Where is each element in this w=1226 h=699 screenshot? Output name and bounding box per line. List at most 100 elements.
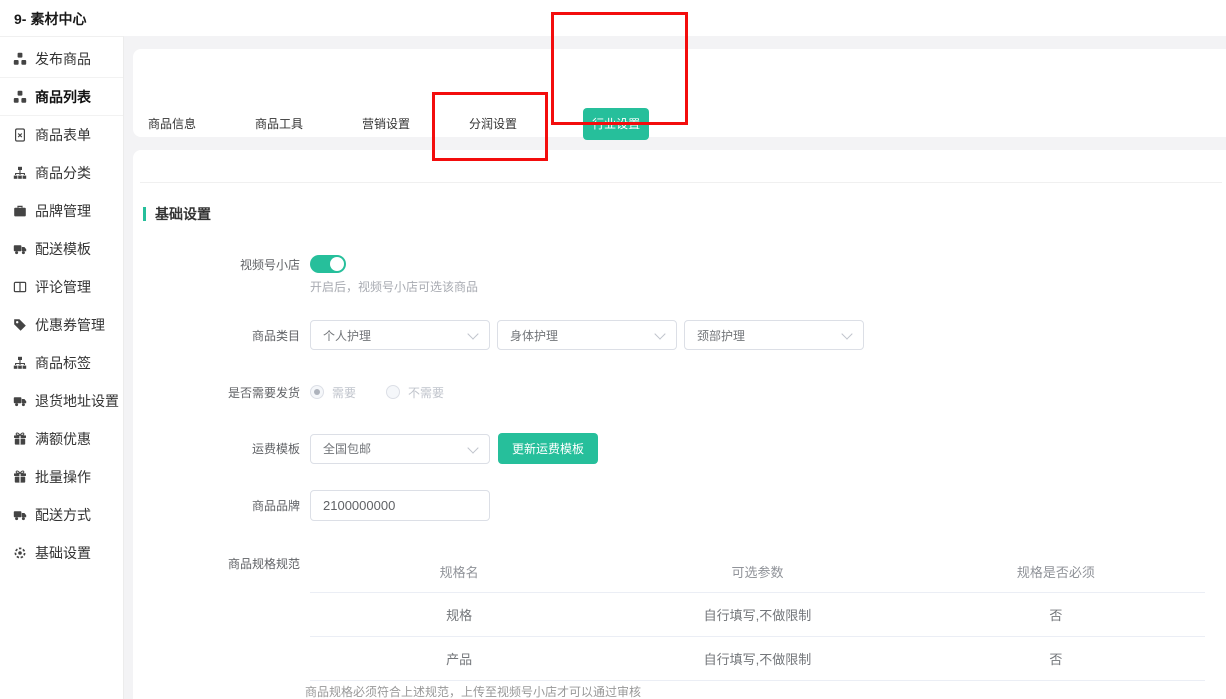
radio-label: 不需要 [408, 384, 444, 401]
spec-cell-params: 自行填写,不做限制 [608, 592, 906, 636]
tab-marketing-settings[interactable]: 营销设置 [362, 115, 410, 132]
sidebar: 发布商品 商品列表 商品表单 商品分类 品牌管理 配送模板 评论管理 优惠券管 [0, 36, 124, 699]
sidebar-item-product-form[interactable]: 商品表单 [0, 116, 123, 154]
sidebar-item-delivery-template[interactable]: 配送模板 [0, 230, 123, 268]
video-shop-hint: 开启后，视频号小店可选该商品 [310, 278, 478, 295]
truck-icon [13, 394, 27, 408]
radio-icon [386, 385, 400, 399]
shipping-required-row: 是否需要发货 需要 不需要 [133, 378, 1193, 406]
sidebar-item-product-tags[interactable]: 商品标签 [0, 344, 123, 382]
sidebar-item-label: 满额优惠 [35, 429, 91, 449]
freight-template-value: 全国包邮 [323, 440, 371, 457]
category-select-value: 个人护理 [323, 327, 371, 344]
category-select-level2[interactable]: 身体护理 [497, 320, 677, 350]
category-select-value: 身体护理 [510, 327, 558, 344]
spec-header-params: 可选参数 [608, 552, 906, 592]
sidebar-item-review-management[interactable]: 评论管理 [0, 268, 123, 306]
gift-icon [13, 432, 27, 446]
sidebar-item-label: 配送模板 [35, 239, 91, 259]
sidebar-item-product-list[interactable]: 商品列表 [0, 78, 123, 116]
file-icon [13, 128, 27, 142]
freight-template-label: 运费模板 [133, 440, 300, 457]
spec-cell-required: 否 [907, 592, 1205, 636]
tag-icon [13, 318, 27, 332]
brand-input[interactable] [310, 490, 490, 521]
sidebar-item-full-amount-discount[interactable]: 满额优惠 [0, 420, 123, 458]
update-freight-template-button[interactable]: 更新运费模板 [498, 433, 598, 464]
sidebar-item-brand-management[interactable]: 品牌管理 [0, 192, 123, 230]
sidebar-item-basic-settings[interactable]: 基础设置 [0, 534, 123, 572]
settings-panel: 基础设置 视频号小店 开启后，视频号小店可选该商品 商品类目 个人护理 身体护理… [133, 150, 1226, 699]
video-shop-toggle-row: 视频号小店 [133, 248, 1193, 280]
spec-cell-name: 产品 [310, 636, 608, 680]
spec-cell-required: 否 [907, 636, 1205, 680]
briefcase-icon [13, 204, 27, 218]
brand-row: 商品品牌 [133, 490, 1193, 521]
spec-table-row: 产品 自行填写,不做限制 否 [310, 636, 1205, 680]
sidebar-item-label: 商品标签 [35, 353, 91, 373]
sidebar-item-label: 品牌管理 [35, 201, 91, 221]
category-select-value: 颈部护理 [697, 327, 745, 344]
annotation-box-video-shop [432, 92, 548, 161]
section-title-text: 基础设置 [155, 204, 211, 224]
spec-header-required: 规格是否必须 [907, 552, 1205, 592]
toggle-knob [330, 257, 344, 271]
sidebar-item-batch-operations[interactable]: 批量操作 [0, 458, 123, 496]
sidebar-item-label: 商品分类 [35, 163, 91, 183]
material-center-icon: 9- [14, 11, 26, 27]
page-title: 素材中心 [30, 9, 86, 29]
sidebar-item-label: 优惠券管理 [35, 315, 105, 335]
tab-product-tools[interactable]: 商品工具 [255, 115, 303, 132]
tab-product-info[interactable]: 商品信息 [148, 115, 196, 132]
spec-cell-name: 规格 [310, 592, 608, 636]
truck-icon [13, 508, 27, 522]
sidebar-item-label: 商品列表 [35, 87, 91, 107]
spec-table-row: 规格 自行填写,不做限制 否 [310, 592, 1205, 636]
spec-table: 规格名 可选参数 规格是否必须 规格 自行填写,不做限制 否 产品 自行填写,不… [310, 552, 1205, 681]
spec-cell-params: 自行填写,不做限制 [608, 636, 906, 680]
freight-template-row: 运费模板 全国包邮 更新运费模板 [133, 433, 1193, 464]
shipping-required-label: 是否需要发货 [133, 384, 300, 401]
sidebar-item-product-category[interactable]: 商品分类 [0, 154, 123, 192]
app-header: 9- 素材中心 [14, 9, 86, 29]
sidebar-item-coupon-management[interactable]: 优惠券管理 [0, 306, 123, 344]
spec-note: 商品规格必须符合上述规范，上传至视频号小店才可以通过审核 [305, 683, 641, 699]
radio-icon [310, 385, 324, 399]
video-shop-label: 视频号小店 [133, 256, 300, 273]
truck-icon [13, 242, 27, 256]
spec-table-header-row: 规格名 可选参数 规格是否必须 [310, 552, 1205, 592]
section-title: 基础设置 [143, 204, 211, 224]
sidebar-item-label: 商品表单 [35, 125, 91, 145]
annotation-box-industry-settings [551, 12, 688, 125]
cubes-icon [13, 52, 27, 66]
sidebar-item-return-address-settings[interactable]: 退货地址设置 [0, 382, 123, 420]
video-shop-toggle[interactable] [310, 255, 346, 273]
category-row: 商品类目 个人护理 身体护理 颈部护理 [133, 320, 1193, 350]
category-select-level1[interactable]: 个人护理 [310, 320, 490, 350]
columns-icon [13, 280, 27, 294]
divider [140, 182, 1222, 183]
gear-icon [13, 546, 27, 560]
brand-label: 商品品牌 [133, 497, 300, 514]
gift-icon [13, 470, 27, 484]
radio-shipping-required[interactable]: 需要 [310, 384, 356, 401]
sidebar-item-label: 批量操作 [35, 467, 91, 487]
category-label: 商品类目 [133, 327, 300, 344]
sidebar-item-delivery-method[interactable]: 配送方式 [0, 496, 123, 534]
radio-shipping-not-required[interactable]: 不需要 [386, 384, 444, 401]
sidebar-item-publish-product[interactable]: 发布商品 [0, 40, 123, 78]
radio-label: 需要 [332, 384, 356, 401]
sidebar-item-label: 发布商品 [35, 49, 91, 69]
sidebar-item-label: 配送方式 [35, 505, 91, 525]
app-window: 9- 素材中心 发布商品 商品列表 商品表单 商品分类 品牌管理 配送模板 [0, 0, 1226, 699]
spec-standard-label: 商品规格规范 [133, 555, 300, 572]
sidebar-item-label: 评论管理 [35, 277, 91, 297]
category-select-level3[interactable]: 颈部护理 [684, 320, 864, 350]
sidebar-item-label: 退货地址设置 [35, 391, 119, 411]
freight-template-select[interactable]: 全国包邮 [310, 434, 490, 464]
sidebar-item-label: 基础设置 [35, 543, 91, 563]
sitemap-icon [13, 166, 27, 180]
sitemap-icon [13, 356, 27, 370]
spec-header-name: 规格名 [310, 552, 608, 592]
cubes-icon [13, 90, 27, 104]
